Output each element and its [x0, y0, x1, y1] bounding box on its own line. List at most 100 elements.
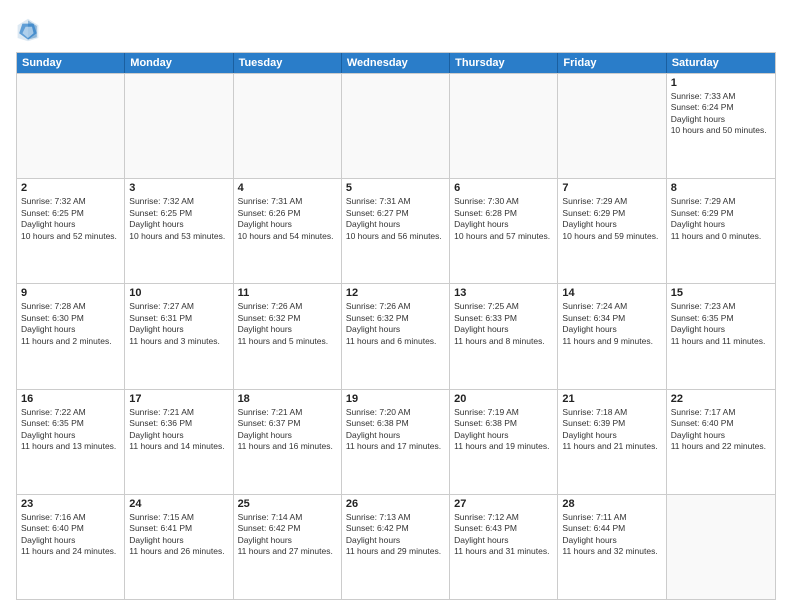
- calendar-day-9: 9 Sunrise: 7:28 AMSunset: 6:30 PMDayligh…: [17, 284, 125, 388]
- calendar-day-13: 13 Sunrise: 7:25 AMSunset: 6:33 PMDaylig…: [450, 284, 558, 388]
- logo-icon: [16, 16, 40, 44]
- calendar-day-18: 18 Sunrise: 7:21 AMSunset: 6:37 PMDaylig…: [234, 390, 342, 494]
- day-number: 23: [21, 498, 120, 510]
- day-number: 28: [562, 498, 661, 510]
- cell-info: Sunrise: 7:23 AMSunset: 6:35 PMDaylight …: [671, 301, 766, 345]
- calendar-day-11: 11 Sunrise: 7:26 AMSunset: 6:32 PMDaylig…: [234, 284, 342, 388]
- cell-info: Sunrise: 7:33 AMSunset: 6:24 PMDaylight …: [671, 91, 767, 135]
- calendar-day-empty: [234, 74, 342, 178]
- calendar-day-21: 21 Sunrise: 7:18 AMSunset: 6:39 PMDaylig…: [558, 390, 666, 494]
- day-number: 22: [671, 393, 771, 405]
- calendar-day-24: 24 Sunrise: 7:15 AMSunset: 6:41 PMDaylig…: [125, 495, 233, 599]
- calendar-header: SundayMondayTuesdayWednesdayThursdayFrid…: [17, 53, 775, 73]
- calendar-week-1: 2 Sunrise: 7:32 AMSunset: 6:25 PMDayligh…: [17, 178, 775, 283]
- calendar-day-19: 19 Sunrise: 7:20 AMSunset: 6:38 PMDaylig…: [342, 390, 450, 494]
- calendar-day-3: 3 Sunrise: 7:32 AMSunset: 6:25 PMDayligh…: [125, 179, 233, 283]
- cell-info: Sunrise: 7:30 AMSunset: 6:28 PMDaylight …: [454, 196, 550, 240]
- cell-info: Sunrise: 7:24 AMSunset: 6:34 PMDaylight …: [562, 301, 653, 345]
- cell-info: Sunrise: 7:32 AMSunset: 6:25 PMDaylight …: [129, 196, 225, 240]
- calendar-body: 1 Sunrise: 7:33 AMSunset: 6:24 PMDayligh…: [17, 73, 775, 599]
- day-number: 25: [238, 498, 337, 510]
- cell-info: Sunrise: 7:29 AMSunset: 6:29 PMDaylight …: [562, 196, 658, 240]
- logo: [16, 16, 44, 44]
- cell-info: Sunrise: 7:21 AMSunset: 6:36 PMDaylight …: [129, 407, 224, 451]
- day-number: 24: [129, 498, 228, 510]
- day-number: 11: [238, 287, 337, 299]
- cell-info: Sunrise: 7:15 AMSunset: 6:41 PMDaylight …: [129, 512, 224, 556]
- day-number: 10: [129, 287, 228, 299]
- calendar-day-empty: [558, 74, 666, 178]
- weekday-header-thursday: Thursday: [450, 53, 558, 73]
- weekday-header-tuesday: Tuesday: [234, 53, 342, 73]
- calendar-day-22: 22 Sunrise: 7:17 AMSunset: 6:40 PMDaylig…: [667, 390, 775, 494]
- cell-info: Sunrise: 7:12 AMSunset: 6:43 PMDaylight …: [454, 512, 549, 556]
- page: SundayMondayTuesdayWednesdayThursdayFrid…: [0, 0, 792, 612]
- day-number: 16: [21, 393, 120, 405]
- cell-info: Sunrise: 7:20 AMSunset: 6:38 PMDaylight …: [346, 407, 441, 451]
- day-number: 19: [346, 393, 445, 405]
- cell-info: Sunrise: 7:14 AMSunset: 6:42 PMDaylight …: [238, 512, 333, 556]
- calendar-day-28: 28 Sunrise: 7:11 AMSunset: 6:44 PMDaylig…: [558, 495, 666, 599]
- calendar-day-6: 6 Sunrise: 7:30 AMSunset: 6:28 PMDayligh…: [450, 179, 558, 283]
- day-number: 21: [562, 393, 661, 405]
- calendar-day-20: 20 Sunrise: 7:19 AMSunset: 6:38 PMDaylig…: [450, 390, 558, 494]
- cell-info: Sunrise: 7:11 AMSunset: 6:44 PMDaylight …: [562, 512, 657, 556]
- day-number: 15: [671, 287, 771, 299]
- weekday-header-saturday: Saturday: [667, 53, 775, 73]
- cell-info: Sunrise: 7:29 AMSunset: 6:29 PMDaylight …: [671, 196, 762, 240]
- calendar-day-25: 25 Sunrise: 7:14 AMSunset: 6:42 PMDaylig…: [234, 495, 342, 599]
- day-number: 2: [21, 182, 120, 194]
- day-number: 7: [562, 182, 661, 194]
- calendar-day-10: 10 Sunrise: 7:27 AMSunset: 6:31 PMDaylig…: [125, 284, 233, 388]
- cell-info: Sunrise: 7:16 AMSunset: 6:40 PMDaylight …: [21, 512, 116, 556]
- day-number: 18: [238, 393, 337, 405]
- calendar-day-5: 5 Sunrise: 7:31 AMSunset: 6:27 PMDayligh…: [342, 179, 450, 283]
- calendar-week-3: 16 Sunrise: 7:22 AMSunset: 6:35 PMDaylig…: [17, 389, 775, 494]
- day-number: 20: [454, 393, 553, 405]
- calendar-day-27: 27 Sunrise: 7:12 AMSunset: 6:43 PMDaylig…: [450, 495, 558, 599]
- calendar: SundayMondayTuesdayWednesdayThursdayFrid…: [16, 52, 776, 600]
- calendar-week-2: 9 Sunrise: 7:28 AMSunset: 6:30 PMDayligh…: [17, 283, 775, 388]
- cell-info: Sunrise: 7:26 AMSunset: 6:32 PMDaylight …: [238, 301, 329, 345]
- day-number: 6: [454, 182, 553, 194]
- day-number: 9: [21, 287, 120, 299]
- calendar-day-7: 7 Sunrise: 7:29 AMSunset: 6:29 PMDayligh…: [558, 179, 666, 283]
- calendar-day-empty: [667, 495, 775, 599]
- calendar-day-empty: [450, 74, 558, 178]
- day-number: 5: [346, 182, 445, 194]
- calendar-week-4: 23 Sunrise: 7:16 AMSunset: 6:40 PMDaylig…: [17, 494, 775, 599]
- day-number: 1: [671, 77, 771, 89]
- cell-info: Sunrise: 7:13 AMSunset: 6:42 PMDaylight …: [346, 512, 441, 556]
- cell-info: Sunrise: 7:27 AMSunset: 6:31 PMDaylight …: [129, 301, 220, 345]
- day-number: 12: [346, 287, 445, 299]
- cell-info: Sunrise: 7:31 AMSunset: 6:27 PMDaylight …: [346, 196, 442, 240]
- weekday-header-wednesday: Wednesday: [342, 53, 450, 73]
- cell-info: Sunrise: 7:31 AMSunset: 6:26 PMDaylight …: [238, 196, 334, 240]
- cell-info: Sunrise: 7:19 AMSunset: 6:38 PMDaylight …: [454, 407, 549, 451]
- cell-info: Sunrise: 7:25 AMSunset: 6:33 PMDaylight …: [454, 301, 545, 345]
- day-number: 14: [562, 287, 661, 299]
- calendar-day-4: 4 Sunrise: 7:31 AMSunset: 6:26 PMDayligh…: [234, 179, 342, 283]
- calendar-day-23: 23 Sunrise: 7:16 AMSunset: 6:40 PMDaylig…: [17, 495, 125, 599]
- cell-info: Sunrise: 7:17 AMSunset: 6:40 PMDaylight …: [671, 407, 766, 451]
- calendar-day-14: 14 Sunrise: 7:24 AMSunset: 6:34 PMDaylig…: [558, 284, 666, 388]
- calendar-day-1: 1 Sunrise: 7:33 AMSunset: 6:24 PMDayligh…: [667, 74, 775, 178]
- calendar-day-2: 2 Sunrise: 7:32 AMSunset: 6:25 PMDayligh…: [17, 179, 125, 283]
- calendar-day-8: 8 Sunrise: 7:29 AMSunset: 6:29 PMDayligh…: [667, 179, 775, 283]
- weekday-header-friday: Friday: [558, 53, 666, 73]
- day-number: 26: [346, 498, 445, 510]
- cell-info: Sunrise: 7:21 AMSunset: 6:37 PMDaylight …: [238, 407, 333, 451]
- cell-info: Sunrise: 7:18 AMSunset: 6:39 PMDaylight …: [562, 407, 657, 451]
- cell-info: Sunrise: 7:26 AMSunset: 6:32 PMDaylight …: [346, 301, 437, 345]
- cell-info: Sunrise: 7:28 AMSunset: 6:30 PMDaylight …: [21, 301, 112, 345]
- header: [16, 12, 776, 44]
- calendar-day-16: 16 Sunrise: 7:22 AMSunset: 6:35 PMDaylig…: [17, 390, 125, 494]
- calendar-day-empty: [342, 74, 450, 178]
- cell-info: Sunrise: 7:32 AMSunset: 6:25 PMDaylight …: [21, 196, 117, 240]
- calendar-day-17: 17 Sunrise: 7:21 AMSunset: 6:36 PMDaylig…: [125, 390, 233, 494]
- day-number: 27: [454, 498, 553, 510]
- calendar-day-empty: [125, 74, 233, 178]
- day-number: 8: [671, 182, 771, 194]
- calendar-day-empty: [17, 74, 125, 178]
- calendar-day-15: 15 Sunrise: 7:23 AMSunset: 6:35 PMDaylig…: [667, 284, 775, 388]
